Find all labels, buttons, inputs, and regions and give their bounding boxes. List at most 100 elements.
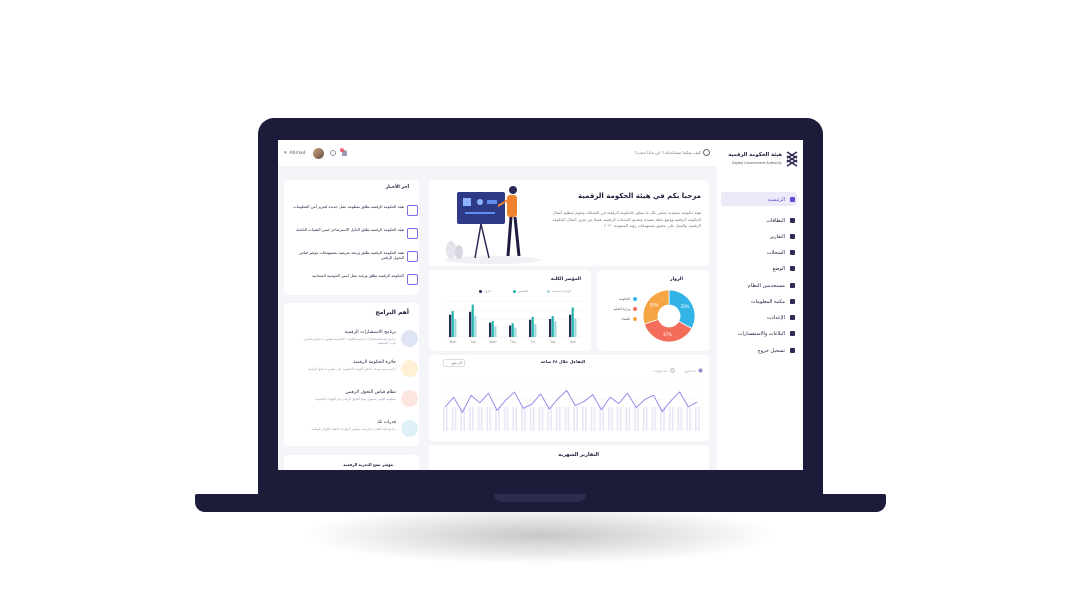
bar: [574, 318, 577, 337]
pie-legend-item: وزارة التعليم: [613, 306, 637, 312]
bar: [449, 314, 452, 337]
background-bar: [686, 407, 688, 431]
indicator-title: مؤشر نضج التجربة الرقمية: [343, 462, 393, 467]
sidebar-item-4[interactable]: الوضع: [721, 263, 795, 274]
program-title: نظام قياس التحول الرقمي: [345, 390, 396, 395]
background-bar: [521, 407, 523, 431]
program-item[interactable]: قدرات تك برنامج لبناء القدرات الرقمية وتط…: [290, 418, 418, 444]
background-bar: [506, 407, 509, 431]
brain-icon: [401, 420, 418, 437]
bar: [511, 323, 514, 337]
program-title: جائزة الحكومة الرقمية: [353, 360, 396, 365]
sidebar-item-6[interactable]: مكتبة المعلومات: [721, 296, 795, 307]
users-icon: [790, 283, 795, 288]
sidebar-item-7[interactable]: الإعدادت: [721, 312, 795, 323]
sidebar-item-5[interactable]: مستخدمين النظام: [721, 280, 795, 291]
program-item[interactable]: برنامج الاستشارات الرقمية برنامج يقدم الا…: [290, 328, 418, 354]
news-item-text: هيئة الحكومة الرقمية تطلق الدليل الاسترش…: [296, 227, 404, 232]
visitors-card: الزوار 33% 37% 30% الحكومة وزارة التعليم الق…: [597, 270, 709, 351]
line-chart-legend: عدد الزوار عدد الزيارات: [643, 368, 703, 373]
sidebar-item-3[interactable]: السجلات: [721, 247, 795, 258]
library-icon: [790, 299, 795, 304]
search-box[interactable]: [578, 148, 710, 158]
bar: [494, 326, 497, 337]
period-filter-label: آخر شهر: [451, 360, 462, 365]
news-doc-icon: [407, 251, 418, 262]
news-item[interactable]: هيئة الحكومة الرقمية تطلق ورشة تعريفية ب…: [290, 248, 418, 268]
background-bar: [637, 407, 639, 431]
legend-dot: [698, 368, 703, 373]
background-bar: [677, 407, 680, 431]
program-desc: منظومة لقياس مستوى نضج التحول الرقمي في …: [315, 397, 396, 401]
background-bar: [538, 407, 541, 431]
background-bar: [515, 407, 518, 431]
brand-name-ar: هيئة الحكومة الرقمية: [728, 152, 782, 158]
bar: [549, 319, 552, 337]
laptop-screen: ▾ Ahmad 2 هيئة الحكومة الرقمية Digital G…: [278, 140, 803, 470]
line-legend-item: عدد الزيارات: [653, 368, 675, 373]
sidebar-item-label: الوضع: [772, 265, 785, 272]
legend-dot: [513, 289, 516, 293]
program-desc: جائزة سنوية تهدف لتحفيز الجهات الحكومية …: [307, 367, 396, 371]
background-bar: [608, 407, 610, 431]
news-item[interactable]: هيئة الحكومة الرقمية تطلق منظومة عمل جدي…: [290, 202, 418, 222]
background-bar: [477, 407, 480, 431]
sidebar-item-label: البلاغات والاستفسارات: [737, 330, 785, 337]
bar: [551, 316, 554, 337]
sidebar-item-1[interactable]: البطاقات: [721, 215, 795, 226]
laptop-shadow: [300, 505, 780, 565]
bar: [489, 322, 492, 337]
presentation-illustration: [445, 186, 541, 264]
x-tick-label: Wed: [490, 340, 497, 344]
legend-label: القضاء: [621, 317, 630, 321]
sidebar-item-label: التقارير: [769, 233, 785, 240]
program-title: قدرات تك: [376, 420, 396, 425]
news-doc-icon: [407, 228, 418, 239]
background-bar: [645, 407, 648, 431]
home-icon: [790, 197, 795, 202]
search-input[interactable]: [583, 148, 701, 157]
visitors-legend: الحكومة وزارة التعليم القضاء: [601, 296, 637, 336]
user-menu[interactable]: ▾ Ahmad 2: [284, 147, 348, 159]
program-item[interactable]: جائزة الحكومة الرقمية جائزة سنوية تهدف لت…: [290, 358, 418, 384]
program-desc: برنامج يقدم الاستشارات الرقمية للجهات ال…: [303, 337, 396, 345]
background-bar: [454, 407, 457, 431]
pie-label: 37%: [663, 332, 672, 337]
logout-icon: [790, 348, 795, 353]
news-item[interactable]: هيئة الحكومة الرقمية تطلق الدليل الاسترش…: [290, 225, 418, 245]
background-bar: [642, 407, 645, 431]
bar: [534, 324, 537, 337]
program-item[interactable]: نظام قياس التحول الرقمي منظومة لقياس مستو…: [290, 388, 418, 414]
records-icon: [790, 250, 795, 255]
news-item-text: هيئة الحكومة الرقمية تطلق منظومة عمل جدي…: [293, 204, 404, 209]
background-bar: [498, 407, 500, 431]
background-bar: [541, 407, 544, 431]
background-bar: [616, 407, 619, 431]
sidebar-item-0[interactable]: الرئيسية: [721, 194, 795, 205]
bar: [554, 321, 557, 337]
sidebar-item-label: مستخدمين النظام: [747, 282, 785, 289]
sidebar-item-label: السجلات: [766, 249, 785, 256]
legend-dot: [670, 368, 675, 373]
legend-label: وزارة التعليم: [613, 307, 630, 311]
legend-label: الزيارات الجديدة: [552, 289, 572, 293]
background-bar: [625, 407, 628, 431]
news-item[interactable]: الحكومة الرقمية تطلق ورشة عمل لتبني الحو…: [290, 271, 418, 291]
gear-icon[interactable]: [330, 150, 337, 156]
bell-icon[interactable]: 2: [340, 148, 348, 156]
program-desc: برنامج لبناء القدرات الرقمية وتطوير المه…: [311, 427, 396, 431]
legend-label: الزوار: [484, 289, 491, 293]
background-bar: [469, 407, 471, 431]
period-filter[interactable]: آخر شهر: [443, 359, 465, 367]
background-bar: [611, 407, 613, 431]
sidebar-item-2[interactable]: التقارير: [721, 231, 795, 242]
background-bar: [486, 407, 489, 431]
sidebar-item-8[interactable]: البلاغات والاستفسارات: [721, 328, 795, 339]
sidebar-item-label: الرئيسية: [767, 196, 785, 203]
bar: [571, 307, 574, 337]
x-tick-label: Sun: [570, 340, 576, 344]
background-bar: [524, 407, 526, 431]
background-bar: [567, 407, 570, 431]
sidebar-item-9[interactable]: تسجيل خروج: [721, 345, 795, 356]
laptop-notch: [494, 494, 586, 502]
